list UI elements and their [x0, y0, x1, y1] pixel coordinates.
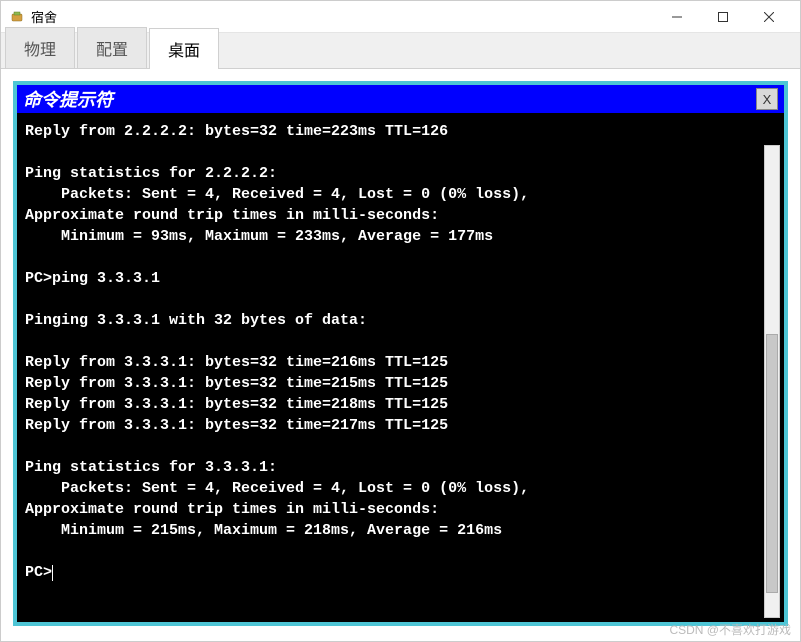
minimize-button[interactable]: [654, 2, 700, 32]
maximize-button[interactable]: [700, 2, 746, 32]
app-icon: [9, 9, 25, 25]
window-title: 宿舍: [31, 7, 654, 26]
terminal-window: 命令提示符 X Reply from 2.2.2.2: bytes=32 tim…: [13, 81, 788, 626]
terminal-close-button[interactable]: X: [756, 88, 778, 110]
terminal-body[interactable]: Reply from 2.2.2.2: bytes=32 time=223ms …: [17, 113, 784, 622]
terminal-titlebar[interactable]: 命令提示符 X: [17, 85, 784, 113]
content-area: 命令提示符 X Reply from 2.2.2.2: bytes=32 tim…: [1, 69, 800, 641]
app-window: 宿舍 物理 配置 桌面 命令提示符 X Reply from 2.2.2.2: …: [0, 0, 801, 642]
tab-desktop[interactable]: 桌面: [149, 28, 219, 69]
tabbar: 物理 配置 桌面: [1, 33, 800, 69]
watermark: CSDN @不喜欢打游戏: [669, 621, 791, 638]
tab-config[interactable]: 配置: [77, 27, 147, 68]
terminal-scrollbar[interactable]: [764, 145, 780, 618]
window-controls: [654, 2, 792, 32]
terminal-output: Reply from 2.2.2.2: bytes=32 time=223ms …: [25, 123, 529, 581]
close-button[interactable]: [746, 2, 792, 32]
terminal-title: 命令提示符: [23, 86, 756, 112]
tab-physical[interactable]: 物理: [5, 27, 75, 68]
terminal-cursor: [52, 565, 53, 581]
scrollbar-thumb[interactable]: [766, 334, 778, 593]
